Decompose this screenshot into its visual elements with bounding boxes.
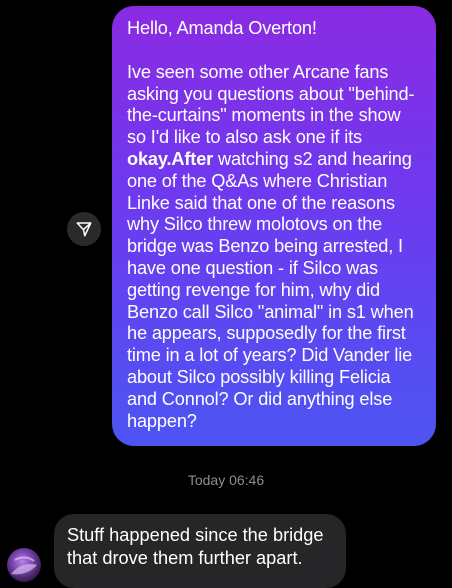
message-body: Ive seen some other Arcane fans asking y… bbox=[127, 62, 420, 433]
incoming-message-bubble[interactable]: Stuff happened since the bridge that dro… bbox=[54, 514, 346, 588]
outgoing-message-bubble[interactable]: Hello, Amanda Overton! Ive seen some oth… bbox=[112, 6, 436, 446]
message-body-text-continued: watching s2 and hearing one of the Q&As … bbox=[127, 148, 414, 431]
message-greeting: Hello, Amanda Overton! bbox=[127, 18, 317, 38]
chat-thread: Hello, Amanda Overton! Ive seen some oth… bbox=[0, 0, 452, 588]
message-bold-text: okay.After bbox=[127, 148, 214, 169]
avatar-image-icon bbox=[11, 556, 37, 575]
sender-avatar[interactable] bbox=[7, 548, 41, 582]
paper-plane-icon bbox=[76, 222, 92, 237]
message-timestamp: Today 06:46 bbox=[187, 472, 265, 488]
share-button[interactable] bbox=[67, 212, 101, 246]
message-body-text: Ive seen some other Arcane fans asking y… bbox=[127, 61, 415, 148]
incoming-message-text: Stuff happened since the bridge that dro… bbox=[67, 525, 324, 568]
